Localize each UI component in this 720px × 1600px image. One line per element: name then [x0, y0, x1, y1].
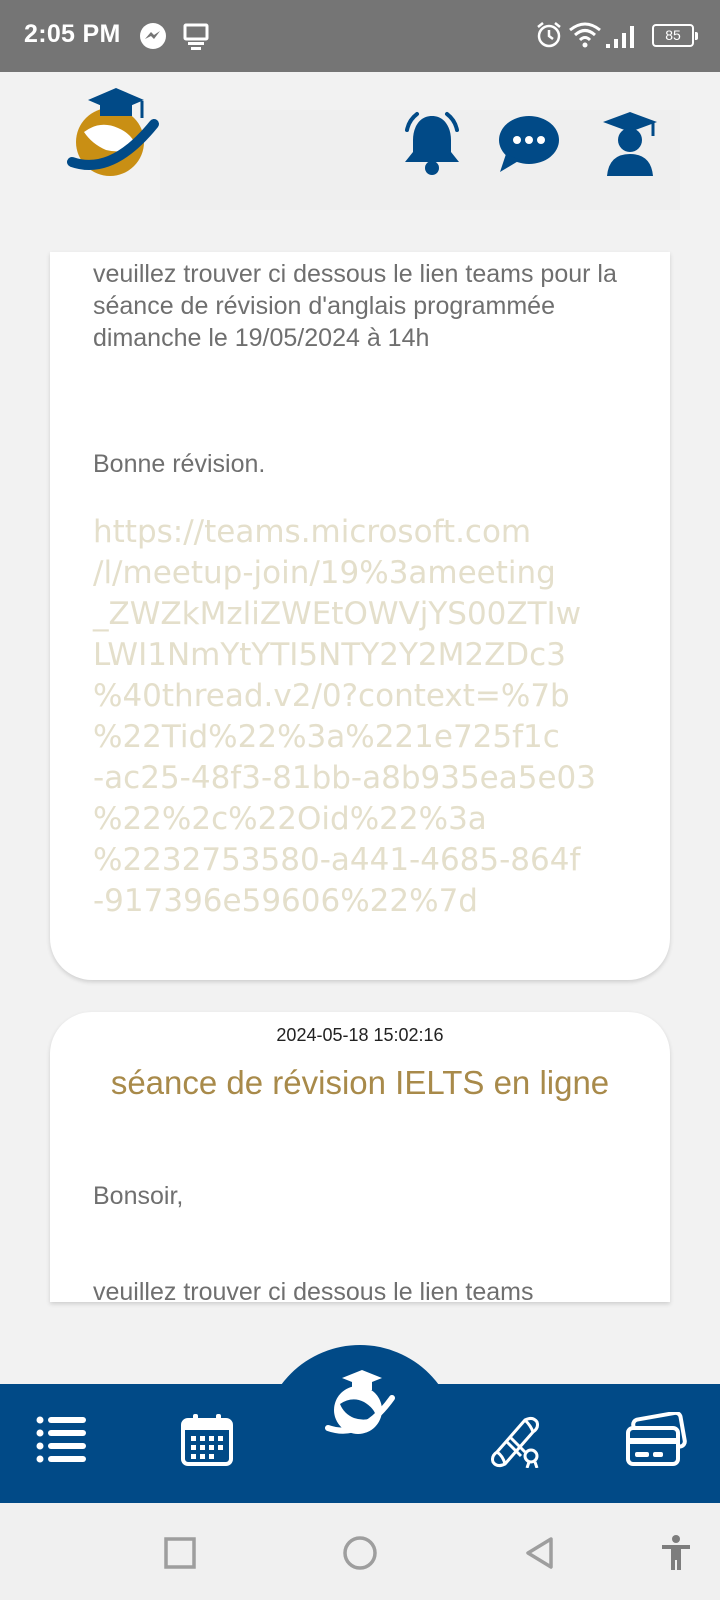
recents-square-icon[interactable] [163, 1536, 197, 1570]
message-card: veuillez trouver ci dessous le lien team… [50, 252, 670, 980]
accessibility-icon[interactable] [659, 1534, 693, 1572]
chat-bubble-icon[interactable] [494, 108, 564, 178]
status-bar: 2:05 PM 85 [0, 0, 720, 72]
status-time: 2:05 PM [24, 20, 121, 48]
wifi-icon [569, 22, 601, 48]
message-date: 2024-05-18 15:02:16 [276, 1025, 444, 1045]
message-card[interactable]: 2024-05-18 15:02:16 séance de révision I… [50, 1012, 670, 1302]
home-circle-icon[interactable] [342, 1535, 378, 1571]
graduation-globe-logo [67, 88, 159, 176]
message-body: veuillez trouver ci dessous le lien team… [93, 260, 617, 352]
message-greeting: Bonsoir, [93, 1182, 184, 1210]
home-logo-icon[interactable] [322, 1366, 398, 1442]
message-closing: Bonne révision. [93, 450, 266, 478]
cast-icon [183, 23, 209, 50]
student-profile-icon[interactable] [595, 108, 665, 178]
teams-meeting-link[interactable]: https://teams.microsoft.com /l/meetup-jo… [93, 512, 638, 922]
message-body: veuillez trouver ci dessous le lien team… [93, 1278, 534, 1302]
menu-list-icon[interactable] [34, 1412, 90, 1468]
battery-indicator: 85 [652, 24, 698, 47]
back-triangle-icon[interactable] [523, 1535, 557, 1571]
payment-card-icon[interactable] [625, 1412, 687, 1468]
messenger-icon [140, 23, 166, 49]
alarm-icon [537, 22, 561, 48]
signal-icon [606, 26, 634, 48]
bell-icon[interactable] [397, 108, 467, 178]
diploma-icon[interactable] [485, 1412, 545, 1468]
message-title: séance de révision IELTS en ligne [110, 1064, 610, 1101]
calendar-icon[interactable] [179, 1412, 235, 1468]
